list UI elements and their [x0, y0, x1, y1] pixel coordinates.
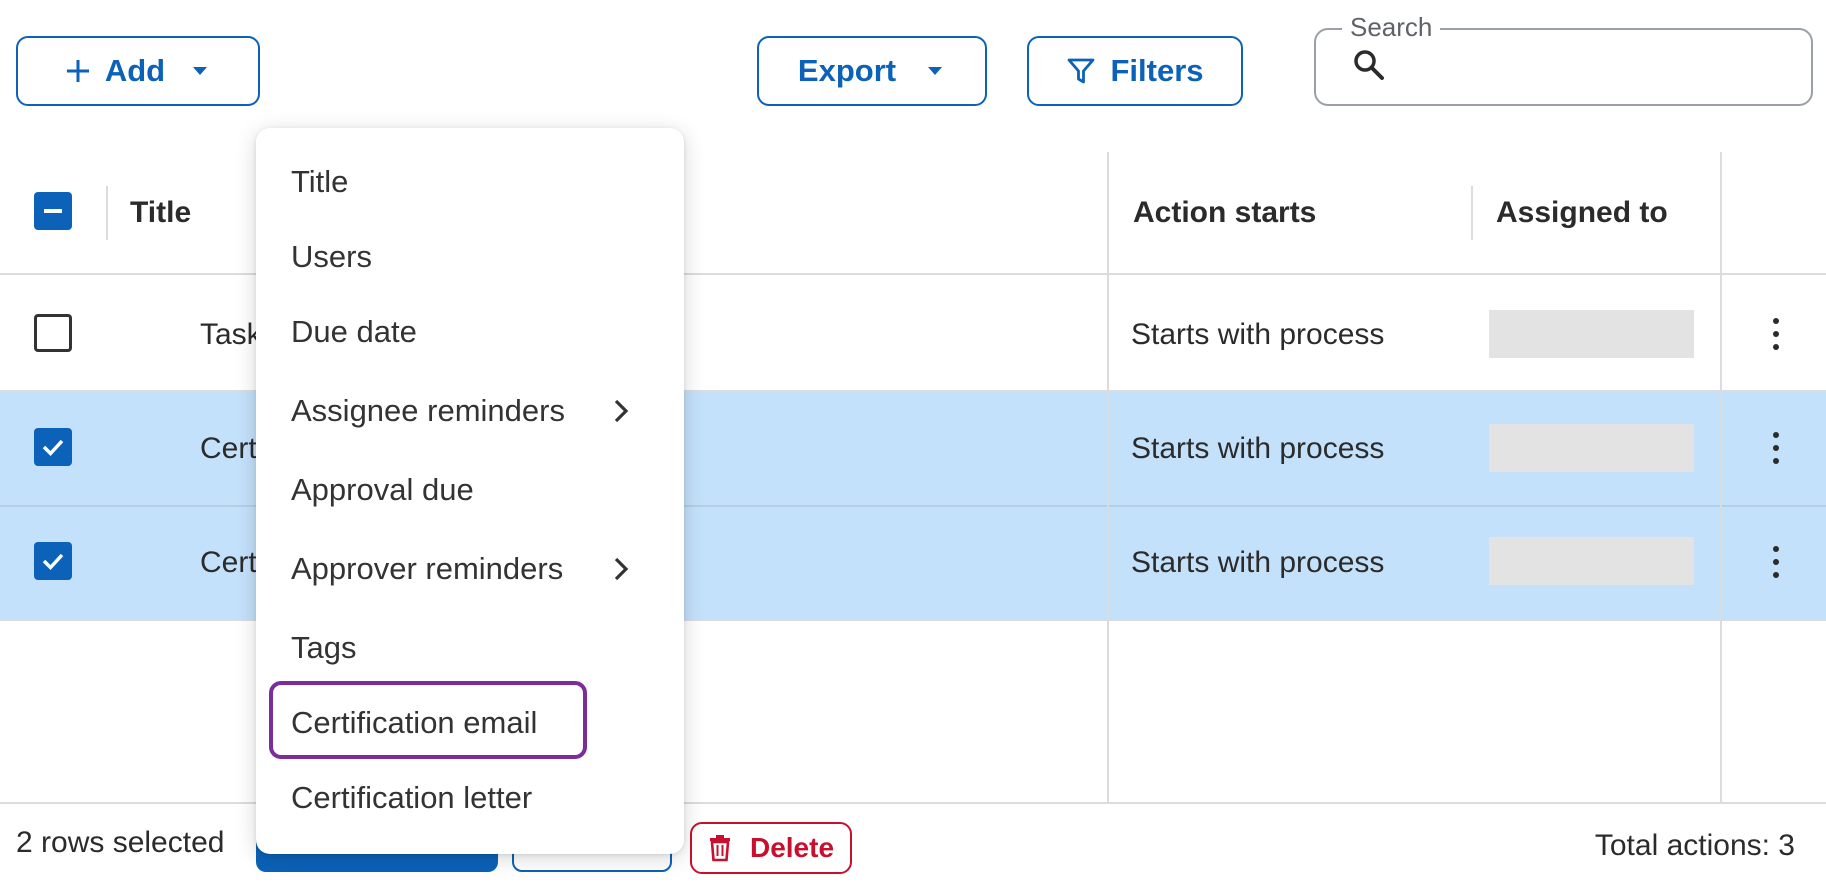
search-label: Search	[1342, 12, 1441, 43]
column-header-action-starts[interactable]: Action starts	[1133, 196, 1316, 230]
filter-icon	[1068, 58, 1095, 84]
assigned-to-placeholder	[1489, 424, 1694, 472]
menu-item-label: Due date	[291, 314, 417, 349]
search-icon	[1354, 50, 1384, 80]
export-button-label: Export	[797, 53, 897, 88]
row-checkbox[interactable]	[34, 542, 72, 580]
menu-item-due-date[interactable]: Due date	[291, 310, 651, 354]
export-button[interactable]: Export	[757, 36, 987, 106]
menu-item-tags[interactable]: Tags	[291, 626, 651, 670]
checkmark-icon	[42, 439, 64, 457]
row-checkbox[interactable]	[34, 428, 72, 466]
assigned-to-placeholder	[1489, 537, 1694, 585]
plus-icon	[66, 60, 89, 82]
checkmark-icon	[42, 553, 64, 571]
menu-item-label: Approver reminders	[291, 551, 564, 586]
column-divider	[1720, 152, 1722, 802]
row-action-starts: Starts with process	[1131, 432, 1385, 465]
assigned-to-placeholder	[1489, 310, 1694, 358]
caret-down-icon	[928, 67, 943, 75]
delete-button[interactable]: Delete	[690, 822, 852, 874]
rows-selected-count: 2 rows selected	[16, 826, 225, 859]
menu-item-label: Assignee reminders	[291, 393, 565, 428]
add-button-label: Add	[104, 53, 166, 88]
menu-item-label: Approval due	[291, 472, 474, 507]
row-title[interactable]: Cert	[200, 546, 257, 580]
chevron-right-icon	[614, 557, 629, 581]
minus-icon	[44, 209, 62, 213]
delete-button-label: Delete	[749, 832, 835, 863]
menu-item-assignee-reminders[interactable]: Assignee reminders	[291, 389, 651, 433]
row-more-icon[interactable]	[1770, 318, 1782, 350]
row-title[interactable]: Task	[200, 318, 262, 352]
menu-item-certification-letter[interactable]: Certification letter	[291, 776, 651, 820]
trash-icon	[709, 835, 730, 862]
column-header-assigned-to[interactable]: Assigned to	[1496, 196, 1668, 230]
menu-item-certification-email[interactable]: Certification email	[291, 701, 651, 745]
menu-item-label: Users	[291, 239, 372, 274]
row-title[interactable]: Cert	[200, 432, 257, 466]
column-selector-menu: Title Users Due date Assignee reminders …	[256, 128, 684, 854]
column-divider	[1471, 186, 1473, 240]
column-divider	[1107, 152, 1109, 802]
row-action-starts: Starts with process	[1131, 546, 1385, 579]
total-actions: Total actions: 3	[1594, 829, 1795, 862]
add-button[interactable]: Add	[16, 36, 260, 106]
menu-item-users[interactable]: Users	[291, 235, 651, 279]
row-action-starts: Starts with process	[1131, 318, 1385, 351]
select-all-checkbox[interactable]	[34, 192, 72, 230]
menu-item-approver-reminders[interactable]: Approver reminders	[291, 547, 651, 591]
menu-item-title[interactable]: Title	[291, 160, 651, 204]
menu-item-label: Title	[291, 164, 349, 199]
column-header-title[interactable]: Title	[130, 196, 191, 230]
menu-item-label: Tags	[291, 630, 357, 665]
filters-button[interactable]: Filters	[1027, 36, 1243, 106]
menu-item-label: Certification email	[291, 705, 538, 740]
menu-item-label: Certification letter	[291, 780, 533, 815]
menu-item-approval-due[interactable]: Approval due	[291, 468, 651, 512]
row-more-icon[interactable]	[1770, 432, 1782, 464]
chevron-right-icon	[614, 399, 629, 423]
row-more-icon[interactable]	[1770, 546, 1782, 578]
column-divider	[106, 186, 108, 240]
row-checkbox[interactable]	[34, 314, 72, 352]
filters-button-label: Filters	[1110, 53, 1204, 88]
caret-down-icon	[193, 67, 208, 75]
